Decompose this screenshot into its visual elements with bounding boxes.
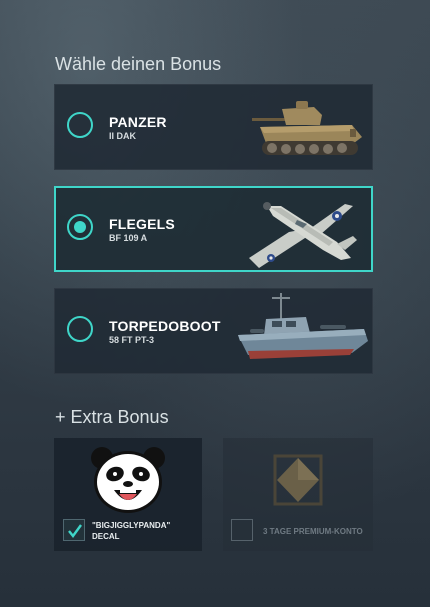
panda-decal-icon xyxy=(91,447,165,513)
option-title: TORPEDOBOOT xyxy=(109,318,221,334)
extra-bonus-premium[interactable]: 3 TAGE PREMIUM-KONTO xyxy=(223,438,373,551)
option-subtitle: II DAK xyxy=(109,131,136,141)
bonus-option-flegels[interactable]: FLEGELS BF 109 A xyxy=(54,186,373,272)
decal-label: "BIGJIGGLYPANDA" DECAL xyxy=(92,520,170,542)
extra-bonus-panda-decal[interactable]: "BIGJIGGLYPANDA" DECAL xyxy=(54,438,202,551)
option-subtitle: BF 109 A xyxy=(109,233,148,243)
premium-checkbox[interactable] xyxy=(231,519,253,541)
option-title: PANZER xyxy=(109,114,167,130)
radio-button-flegels[interactable] xyxy=(67,214,93,240)
boat-image xyxy=(238,293,368,359)
radio-button-panzer[interactable] xyxy=(67,112,93,138)
radio-button-torpedoboot[interactable] xyxy=(67,316,93,342)
premium-label: 3 TAGE PREMIUM-KONTO xyxy=(263,527,363,536)
checkmark-icon xyxy=(68,524,82,538)
option-title: FLEGELS xyxy=(109,216,175,232)
decal-label-line1: "BIGJIGGLYPANDA" xyxy=(92,521,171,530)
extra-bonus-heading: + Extra Bonus xyxy=(55,407,169,427)
decal-label-line2: DECAL xyxy=(92,532,120,541)
tank-image xyxy=(252,101,362,155)
bonus-option-torpedoboot[interactable]: TORPEDOBOOT 58 FT PT-3 xyxy=(54,288,373,374)
bonus-option-panzer[interactable]: PANZER II DAK xyxy=(54,84,373,170)
choose-bonus-heading: Wähle deinen Bonus xyxy=(55,54,222,74)
plane-image xyxy=(249,202,357,268)
premium-diamond-icon xyxy=(273,454,323,506)
decal-checkbox[interactable] xyxy=(63,519,85,541)
option-subtitle: 58 FT PT-3 xyxy=(109,335,155,345)
radio-selected-dot xyxy=(74,221,86,233)
